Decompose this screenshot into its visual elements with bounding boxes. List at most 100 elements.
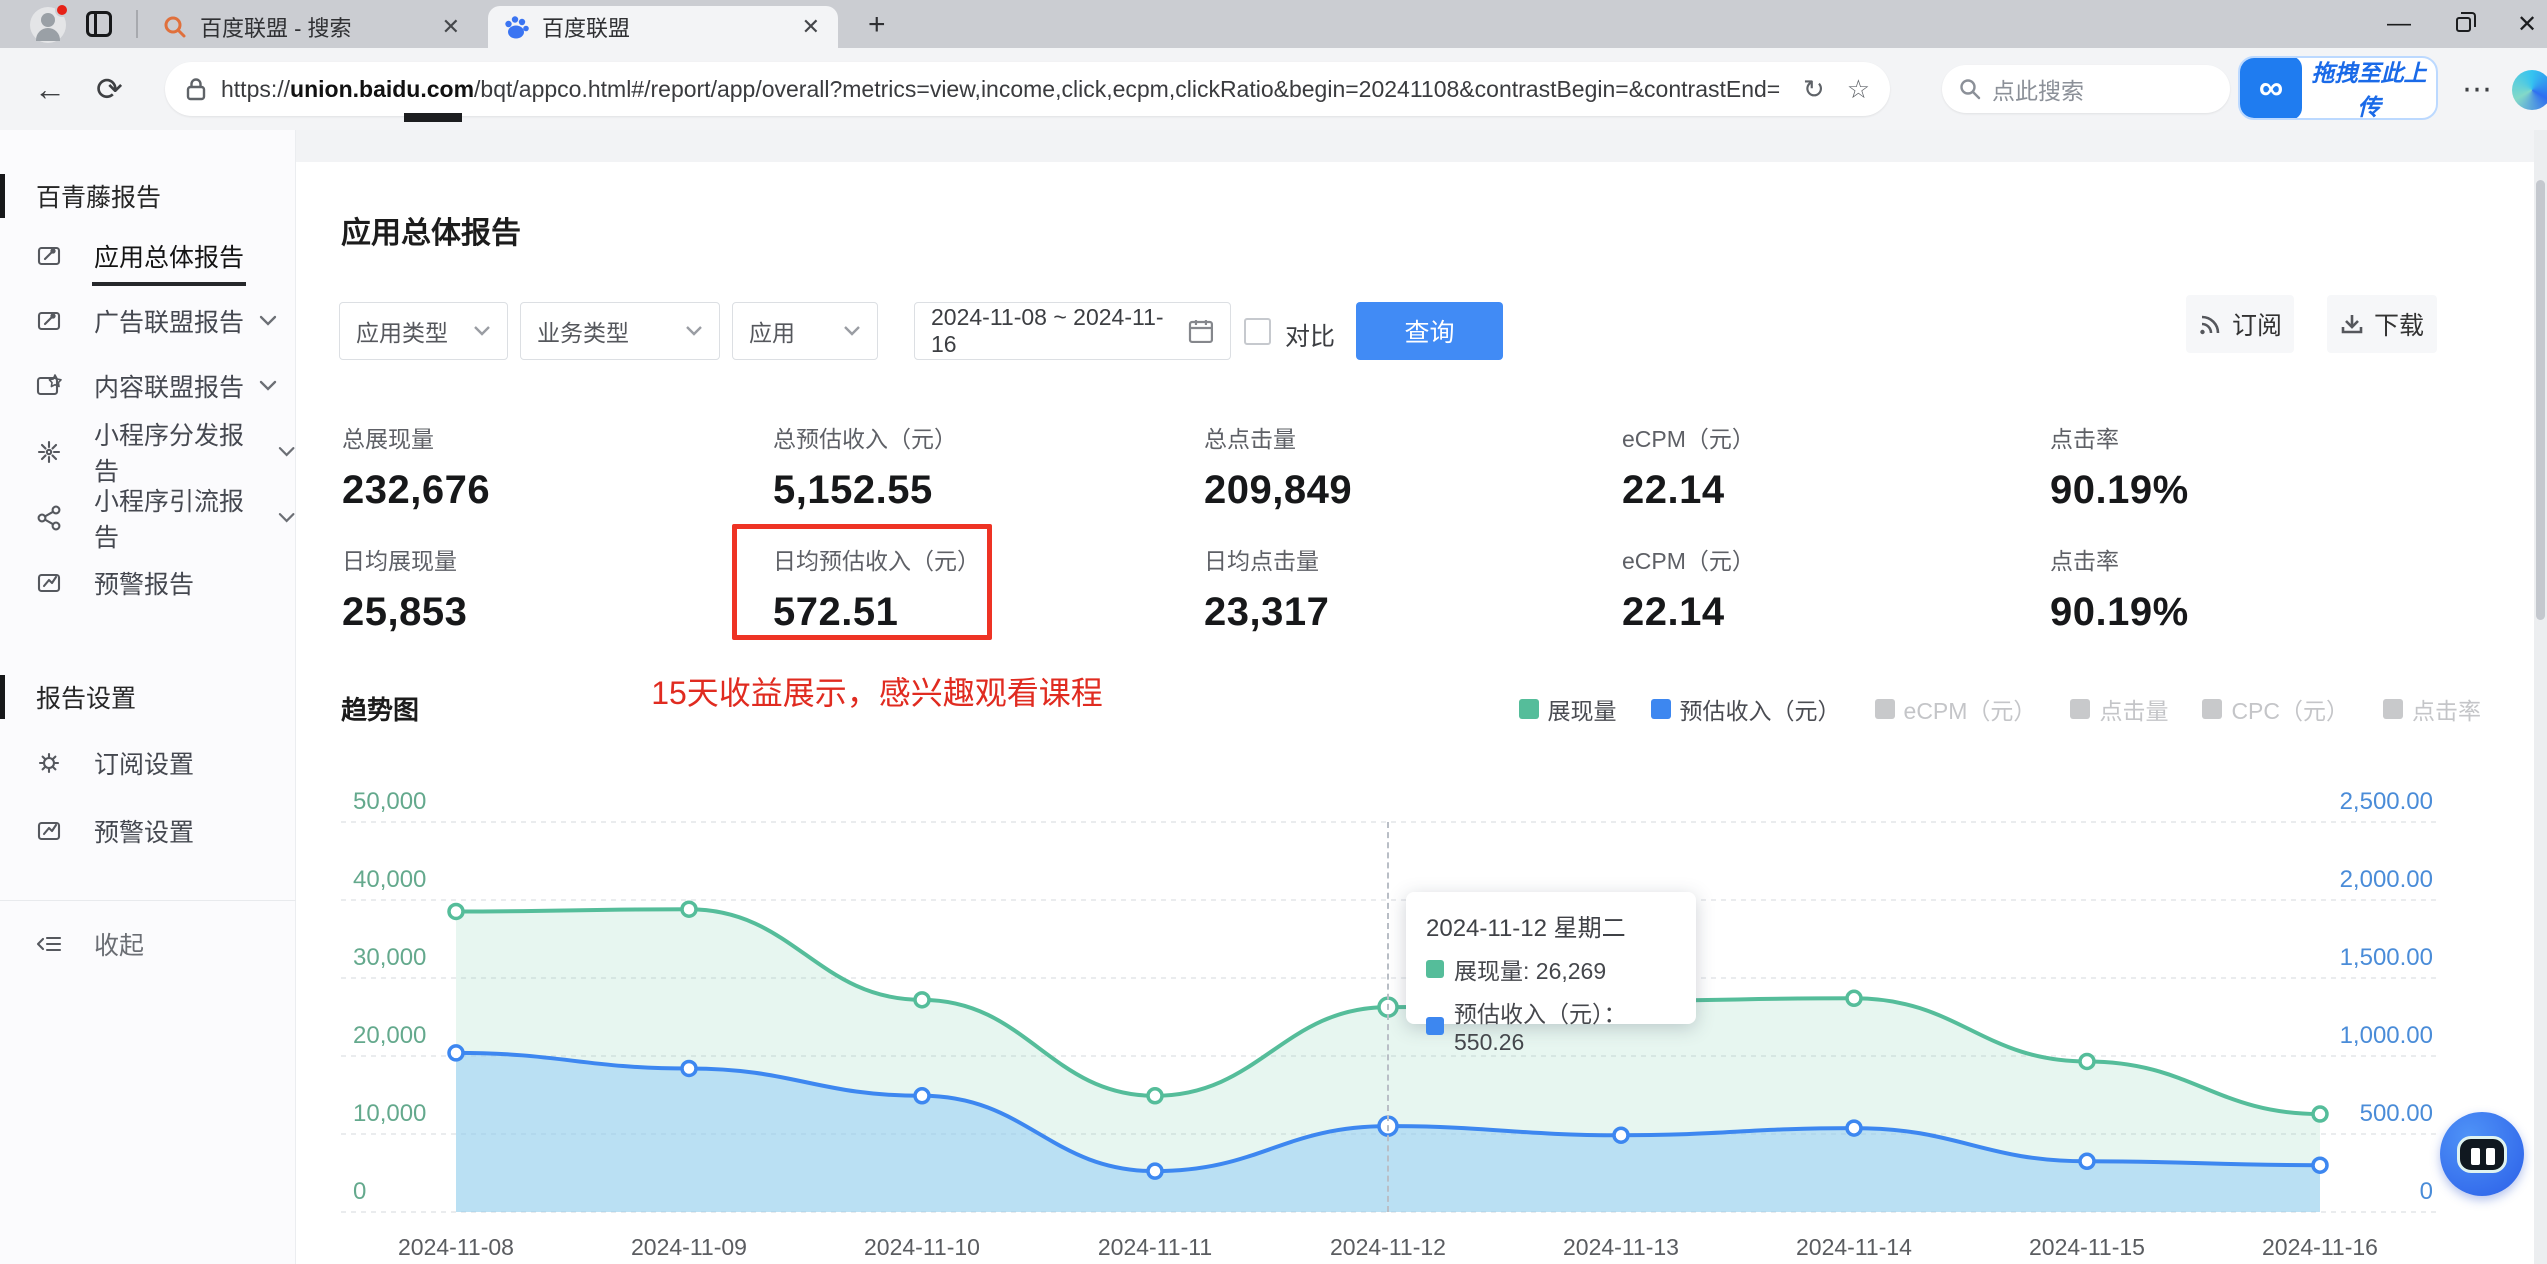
legend-item[interactable]: 点击量 (2070, 692, 2168, 726)
tab-baidu-union[interactable]: 百度联盟 ✕ (488, 6, 838, 48)
legend-item[interactable]: CPC（元） (2202, 692, 2349, 726)
chevron-down-icon (686, 326, 702, 336)
left-axis-tick: 40,000 (353, 866, 427, 893)
close-window-button[interactable]: ✕ (2496, 0, 2547, 48)
hub-icon (37, 440, 61, 464)
netdisk-upload-button[interactable]: ∞ 拖拽至此上传 (2238, 56, 2438, 120)
compare-checkbox[interactable] (1244, 318, 1271, 345)
legend-swatch (1650, 698, 1671, 719)
biz-type-select[interactable]: 业务类型 (520, 302, 720, 360)
back-icon[interactable]: ← (34, 48, 66, 130)
translate-icon[interactable]: ↻ (1803, 74, 1825, 105)
page-scrollbar[interactable] (2534, 130, 2547, 1264)
workspaces-icon[interactable] (86, 11, 112, 37)
chart-legend: 展现量 预估收入（元） eCPM（元） 点击量 CPC（元） 点击率 (1518, 692, 2481, 726)
browser-menu-icon[interactable]: ⋯ (2462, 72, 2494, 107)
stat-label: 点击率 (2050, 548, 2119, 574)
tab-title: 百度联盟 - 搜索 (200, 16, 352, 41)
sidebar-item[interactable]: 订阅设置 (0, 735, 296, 791)
sidebar-item[interactable]: 内容联盟报告 (0, 358, 296, 414)
query-button[interactable]: 查询 (1356, 302, 1503, 360)
hover-guideline (1387, 822, 1389, 1212)
trend-chart[interactable]: 2024-11-12 星期二 展现量: 26,269 预估收入（元）：550.2… (341, 772, 2481, 1264)
sidebar-item[interactable]: 应用总体报告 (0, 228, 296, 286)
x-axis-label: 2024-11-12 (1330, 1234, 1446, 1260)
stat-label: 点击率 (2050, 426, 2119, 452)
report-icon (37, 246, 61, 266)
sidebar-section-header: 报告设置 (0, 669, 136, 725)
quick-search-box[interactable]: 点此搜索 (1942, 65, 2230, 113)
profile-avatar-icon[interactable] (30, 3, 69, 43)
report-icon (37, 311, 61, 331)
stat-card: eCPM（元） 22.14 (1622, 420, 2022, 513)
right-axis-tick: 0 (2419, 1178, 2433, 1205)
search-favicon (164, 16, 186, 38)
x-axis-label: 2024-11-11 (1097, 1234, 1213, 1260)
gear-icon (38, 752, 60, 774)
baidu-paw-favicon (505, 16, 529, 39)
stat-label: 总预估收入（元） (773, 426, 957, 452)
chevron-down-icon (278, 447, 295, 457)
subscribe-button[interactable]: 订阅 (2186, 295, 2294, 353)
favorite-star-icon[interactable]: ☆ (1847, 74, 1870, 105)
legend-label: eCPM（元） (1903, 697, 2037, 724)
calendar-icon (1188, 320, 1214, 344)
legend-swatch (2070, 698, 2091, 719)
stat-card: 点击率 90.19% (2050, 542, 2450, 635)
share-icon (37, 505, 61, 531)
lock-icon (186, 78, 206, 101)
x-axis-label: 2024-11-15 (2029, 1234, 2145, 1260)
download-button[interactable]: 下载 (2327, 295, 2437, 353)
highlight-box (732, 524, 992, 640)
stat-card: 日均点击量 23,317 (1204, 542, 1604, 635)
sidebar-item[interactable]: 预警报告 (0, 555, 296, 611)
right-axis-tick: 1,000.00 (2339, 1022, 2433, 1049)
chevron-down-icon (259, 380, 277, 391)
scrollbar-thumb[interactable] (2536, 180, 2545, 620)
chart-title: 趋势图 (341, 695, 420, 725)
legend-item[interactable]: 预估收入（元） (1650, 692, 1841, 726)
stat-card: 总预估收入（元） 5,152.55 (773, 420, 1173, 513)
app-type-select[interactable]: 应用类型 (339, 302, 508, 360)
page-background-strip (0, 130, 2547, 162)
stat-value: 22.14 (1622, 468, 1725, 512)
close-tab-icon[interactable]: ✕ (798, 14, 824, 40)
app-select[interactable]: 应用 (732, 302, 878, 360)
legend-item[interactable]: 展现量 (1518, 692, 1617, 726)
stat-label: eCPM（元） (1622, 548, 1755, 574)
minimize-button[interactable]: — (2368, 0, 2430, 48)
browser-toolbar: ← ⟳ https://union.baidu.com/bqt/appco.ht… (0, 48, 2547, 130)
search-placeholder: 点此搜索 (1992, 78, 2084, 104)
stat-value: 5,152.55 (773, 468, 933, 512)
divider (0, 900, 296, 901)
sidebar: 百青藤报告 应用总体报告 广告联盟报告 内容联盟报告 小程序分发报告 小程序引流报告 预警报… (0, 130, 296, 1264)
close-tab-icon[interactable]: ✕ (438, 14, 464, 40)
copilot-icon[interactable] (2512, 70, 2547, 110)
legend-item[interactable]: 点击率 (2383, 692, 2481, 726)
stat-label: 日均展现量 (342, 548, 457, 574)
sidebar-item[interactable]: 广告联盟报告 (0, 293, 296, 349)
restore-button[interactable] (2432, 0, 2494, 48)
stat-value: 22.14 (1622, 590, 1725, 634)
x-axis-label: 2024-11-08 (398, 1234, 514, 1260)
sidebar-collapse-button[interactable]: 收起 (0, 916, 296, 972)
stat-value: 232,676 (342, 468, 491, 512)
new-tab-button[interactable]: + (868, 8, 886, 42)
legend-item[interactable]: eCPM（元） (1874, 692, 2037, 726)
chart-tooltip: 2024-11-12 星期二 展现量: 26,269 预估收入（元）：550.2… (1406, 892, 1696, 1055)
stat-card: 日均展现量 25,853 (342, 542, 742, 635)
sidebar-item[interactable]: 预警设置 (0, 803, 296, 859)
sidebar-item[interactable]: 小程序分发报告 (0, 422, 296, 486)
x-axis-label: 2024-11-16 (2262, 1234, 2378, 1260)
tab-search[interactable]: 百度联盟 - 搜索 ✕ (148, 6, 478, 48)
sidebar-item[interactable]: 小程序引流报告 (0, 488, 296, 552)
url-text: https://union.baidu.com/bqt/appco.html#/… (221, 75, 1781, 102)
stat-card: 总点击量 209,849 (1204, 420, 1604, 513)
date-range-input[interactable]: 2024-11-08 ~ 2024-11-16 (914, 302, 1231, 360)
right-axis-tick: 1,500.00 (2339, 944, 2433, 971)
assistant-robot-icon[interactable] (2440, 1112, 2524, 1196)
divider (136, 10, 138, 38)
legend-label: 点击量 (2099, 697, 2169, 724)
address-bar[interactable]: https://union.baidu.com/bqt/appco.html#/… (165, 62, 1890, 116)
refresh-icon[interactable]: ⟳ (96, 48, 123, 130)
